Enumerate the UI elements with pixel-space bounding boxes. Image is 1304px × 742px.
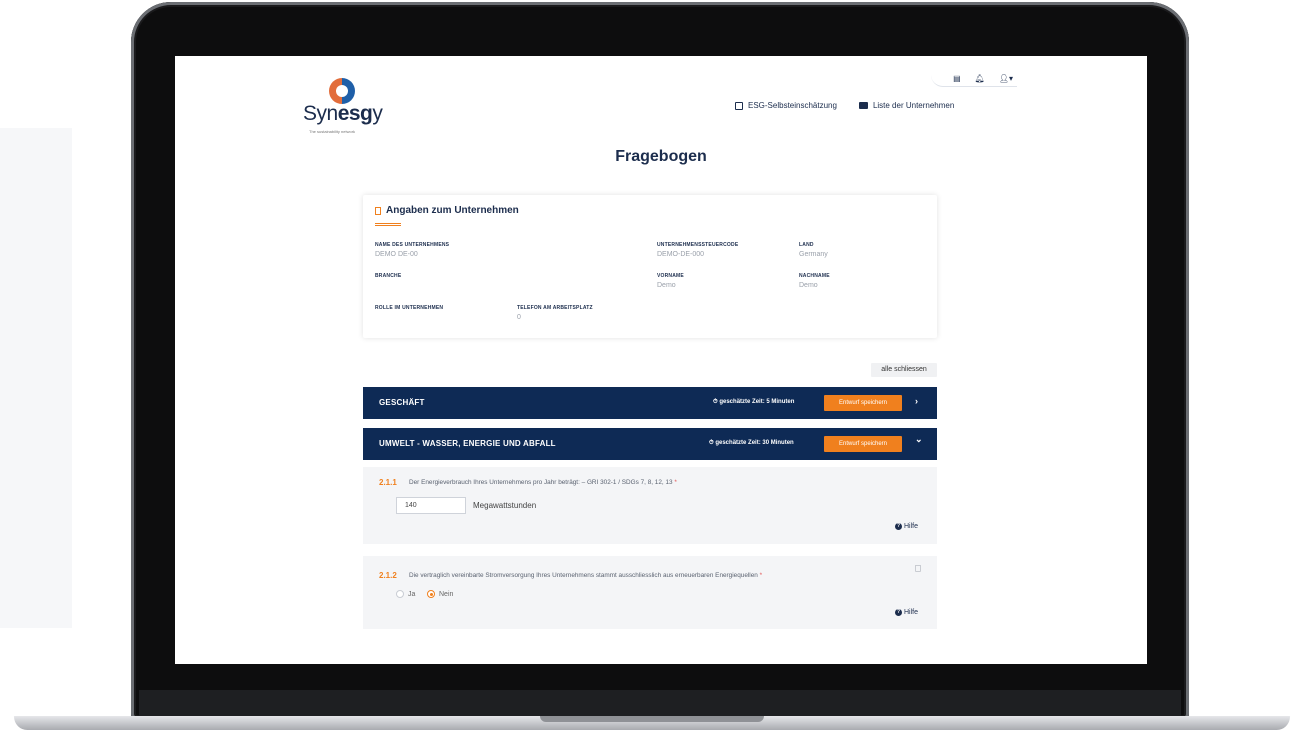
brand-name: Synesgy bbox=[303, 102, 383, 125]
flag-icon[interactable]: ▤ bbox=[953, 74, 961, 83]
user-icon[interactable]: 👤︎▾ bbox=[999, 74, 1013, 83]
question-2-1-1: 2.1.1 Der Energieverbrauch Ihres Unterne… bbox=[363, 467, 937, 544]
section-time: ⏱ geschätzte Zeit: 30 Minuten bbox=[709, 440, 794, 446]
chevron-right-icon[interactable]: › bbox=[915, 396, 918, 406]
radio-circle bbox=[396, 590, 404, 598]
company-info-card: Angaben zum Unternehmen NAME DES UNTERNE… bbox=[363, 195, 937, 338]
question-text: Die vertraglich vereinbarte Stromversorg… bbox=[409, 572, 763, 579]
question-number: 2.1.2 bbox=[379, 571, 397, 580]
brand-logo[interactable]: Synesgy The sustainability network bbox=[303, 78, 393, 142]
field-tax-code: UNTERNEHMENSSTEUERCODE DEMO-DE-000 bbox=[657, 242, 739, 258]
field-first-name: VORNAME Demo bbox=[657, 273, 684, 289]
help-link[interactable]: ? Hilfe bbox=[895, 523, 918, 530]
save-draft-button[interactable]: Entwurf speichern bbox=[824, 395, 902, 411]
nav-companies-label: Liste der Unternehmen bbox=[872, 101, 955, 110]
field-phone: TELEFON AM ARBEITSPLATZ 0 bbox=[517, 305, 593, 321]
bell-icon[interactable]: 🔔︎ bbox=[975, 74, 985, 83]
field-role: ROLLE IM UNTERNEHMEN bbox=[375, 305, 444, 311]
field-last-name: NACHNAME Demo bbox=[799, 273, 830, 289]
question-text: Der Energieverbrauch Ihres Unternehmens … bbox=[409, 479, 677, 486]
field-company-name: NAME DES UNTERNEHMENS DEMO DE-00 bbox=[375, 242, 450, 258]
question-2-1-2: 2.1.2 Die vertraglich vereinbarte Stromv… bbox=[363, 556, 937, 629]
close-all-button[interactable]: alle schliessen bbox=[871, 363, 937, 377]
laptop-notch bbox=[540, 716, 764, 722]
section-time: ⏱ geschätzte Zeit: 5 Minuten bbox=[713, 399, 795, 405]
background-panel bbox=[0, 128, 72, 628]
help-link[interactable]: ? Hilfe bbox=[895, 609, 918, 616]
nav-self-assessment-label: ESG-Selbsteinschätzung bbox=[748, 101, 837, 110]
radio-no[interactable]: Nein bbox=[427, 590, 453, 598]
section-title: UMWELT - WASSER, ENERGIE UND ABFALL bbox=[379, 439, 556, 448]
radio-circle-selected bbox=[427, 590, 435, 598]
nav-self-assessment[interactable]: ESG-Selbsteinschätzung bbox=[735, 101, 837, 110]
app-screen: Synesgy The sustainability network ▤ 🔔︎ … bbox=[175, 56, 1147, 664]
question-icon: ? bbox=[895, 523, 902, 530]
top-nav: ESG-Selbsteinschätzung Liste der Unterne… bbox=[735, 101, 954, 110]
bookmark-icon bbox=[375, 206, 381, 215]
brand-tagline: The sustainability network bbox=[309, 129, 356, 134]
question-icon: ? bbox=[895, 609, 902, 616]
chevron-down-icon[interactable]: ⌄ bbox=[915, 434, 923, 445]
energy-consumption-input[interactable] bbox=[396, 497, 466, 514]
field-country: LAND Germany bbox=[799, 242, 828, 258]
title-underline bbox=[375, 223, 401, 226]
laptop-hinge bbox=[139, 690, 1181, 718]
radio-yes[interactable]: Ja bbox=[396, 590, 415, 598]
briefcase-icon bbox=[858, 102, 868, 109]
section-environment[interactable]: UMWELT - WASSER, ENERGIE UND ABFALL ⏱ ge… bbox=[363, 428, 937, 460]
question-number: 2.1.1 bbox=[379, 478, 397, 487]
trash-icon[interactable] bbox=[915, 565, 921, 572]
unit-label: Megawattstunden bbox=[473, 501, 537, 510]
edit-icon bbox=[735, 101, 743, 110]
card-header: Angaben zum Unternehmen bbox=[375, 205, 519, 216]
logo-icon bbox=[329, 78, 355, 104]
save-draft-button[interactable]: Entwurf speichern bbox=[824, 436, 902, 452]
nav-companies[interactable]: Liste der Unternehmen bbox=[858, 101, 955, 110]
section-title: GESCHÄFT bbox=[379, 398, 425, 407]
top-icon-bar: ▤ 🔔︎ 👤︎▾ bbox=[931, 70, 1017, 87]
page-title: Fragebogen bbox=[615, 148, 707, 165]
card-title: Angaben zum Unternehmen bbox=[386, 205, 519, 216]
section-business[interactable]: GESCHÄFT ⏱ geschätzte Zeit: 5 Minuten En… bbox=[363, 387, 937, 419]
field-industry: BRANCHE bbox=[375, 273, 402, 279]
